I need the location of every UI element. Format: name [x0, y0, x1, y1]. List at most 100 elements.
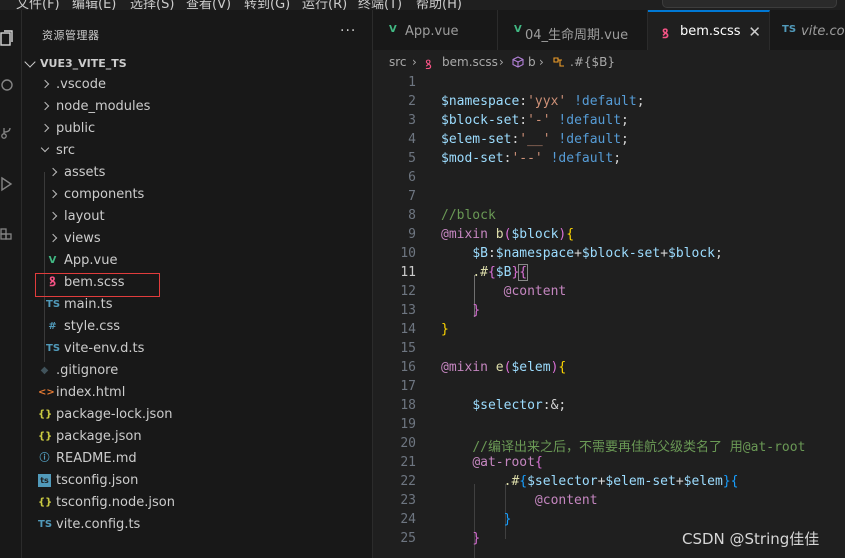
chevron-right-icon [48, 211, 58, 221]
run-debug-icon[interactable] [0, 176, 14, 192]
project-root[interactable]: VUE3_VITE_TS [22, 54, 373, 74]
menu-item-5[interactable]: 运行(R) [302, 0, 347, 10]
breadcrumb: src › ꝸ bem.scss › b › .#{$B} [373, 50, 845, 74]
line-number: 23 [400, 493, 416, 508]
tab-lifecycle-vue[interactable]: V 04_生命周期.vue [498, 10, 648, 50]
tree-item-label: main.ts [64, 297, 113, 312]
ts-file-icon: TS [782, 24, 797, 35]
html-file-icon: <> [38, 387, 55, 398]
breadcrumb-file[interactable]: bem.scss [442, 55, 498, 69]
code-line-20: //编译出来之后，不需要再佳航父级类名了 用@at-root [472, 440, 806, 455]
code-line-12: @content [503, 284, 567, 299]
git-file-icon: ◆ [40, 365, 49, 376]
chevron-right-icon [48, 167, 58, 177]
line-number: 24 [400, 512, 416, 527]
tab-app-vue[interactable]: V App.vue [373, 10, 498, 50]
file-item[interactable]: ts tsconfig.json [22, 470, 373, 492]
line-number: 11 [400, 265, 416, 280]
vue-file-icon: V [389, 24, 397, 35]
extensions-icon[interactable] [0, 224, 14, 240]
tree-item-label: style.css [64, 319, 120, 334]
tab-label: App.vue [405, 24, 459, 39]
menu-item-7[interactable]: 帮助(H) [416, 0, 462, 10]
scss-file-icon: ꝸ [425, 58, 432, 73]
symbol-selector-icon [553, 57, 564, 67]
folder-item[interactable]: node_modules [22, 96, 373, 118]
explorer-sidebar: 资源管理器 ··· VUE3_VITE_TS .vscode node_modul… [22, 10, 373, 558]
line-number: 10 [400, 246, 416, 261]
tree-item-label: App.vue [64, 253, 118, 268]
chevron-right-icon [40, 79, 50, 89]
search-icon[interactable] [0, 78, 14, 94]
breadcrumb-separator: › [412, 55, 417, 69]
close-icon[interactable]: ✕ [748, 23, 761, 41]
line-number: 4 [408, 132, 416, 147]
menu-item-3[interactable]: 查看(V) [186, 0, 231, 10]
info-file-icon: ⓘ [39, 453, 50, 464]
line-number: 5 [408, 151, 416, 166]
code-line-5: $mod-set:'--' !default; [441, 151, 622, 166]
file-item[interactable]: # style.css [22, 316, 373, 338]
tab-bem-scss[interactable]: ꝸ bem.scss ✕ [648, 10, 770, 50]
ts-file-icon: TS [46, 343, 61, 354]
breadcrumb-mixin[interactable]: b [528, 55, 536, 69]
folder-item[interactable]: views [22, 228, 373, 250]
code-line-25: } [472, 531, 481, 546]
folder-item[interactable]: src [22, 140, 373, 162]
code-line-22: .#{$selector+$elem-set+$elem}{ [503, 474, 739, 489]
line-number: 8 [408, 208, 416, 223]
tab-vite-config[interactable]: TS vite.config.ts [770, 10, 845, 50]
code-line-4: $elem-set:'__' !default; [441, 132, 629, 147]
source-control-icon[interactable] [0, 126, 14, 142]
file-item[interactable]: V App.vue [22, 250, 373, 272]
file-item[interactable]: TS vite.config.ts [22, 514, 373, 536]
chevron-right-icon [48, 189, 58, 199]
line-number: 13 [400, 303, 416, 318]
code-line-18: $selector:&; [472, 398, 567, 413]
chevron-right-icon [40, 101, 50, 111]
menu-item-6[interactable]: 终端(T) [358, 0, 402, 10]
folder-item[interactable]: .vscode [22, 74, 373, 96]
code-line-3: $block-set:'-' !default; [441, 113, 629, 128]
project-name: VUE3_VITE_TS [40, 57, 127, 70]
more-actions-icon[interactable]: ··· [340, 23, 356, 39]
menu-item-0[interactable]: 文件(F) [16, 0, 60, 10]
code-line-9: @mixin b($block){ [441, 227, 575, 242]
file-item[interactable]: <> index.html [22, 382, 373, 404]
explorer-icon[interactable] [0, 30, 14, 46]
ts-file-icon: TS [38, 519, 53, 530]
line-number: 14 [400, 322, 416, 337]
line-number: 3 [408, 113, 416, 128]
file-item[interactable]: TS vite-env.d.ts [22, 338, 373, 360]
file-item[interactable]: {} tsconfig.node.json [22, 492, 373, 514]
file-item[interactable]: ⓘ README.md [22, 448, 373, 470]
code-line-11: .#{$B}{ [472, 264, 529, 281]
file-item[interactable]: ◆ .gitignore [22, 360, 373, 382]
folder-item[interactable]: components [22, 184, 373, 206]
code-line-13: } [472, 303, 481, 318]
file-item[interactable]: {} package-lock.json [22, 404, 373, 426]
folder-item[interactable]: public [22, 118, 373, 140]
folder-item[interactable]: layout [22, 206, 373, 228]
vue-file-icon: V [514, 24, 522, 35]
menu-item-4[interactable]: 转到(G) [244, 0, 290, 10]
scss-file-icon: ꝸ [662, 27, 669, 42]
menu-item-1[interactable]: 编辑(E) [72, 0, 116, 10]
code-line-16: @mixin e($elem){ [441, 360, 567, 375]
code-line-10: $B:$namespace+$block-set+$block; [472, 246, 723, 261]
file-item[interactable]: TS main.ts [22, 294, 373, 316]
tree-item-label: .gitignore [56, 363, 119, 378]
file-item[interactable]: {} package.json [22, 426, 373, 448]
tree-item-label: vite-env.d.ts [64, 341, 145, 356]
json-file-icon: {} [38, 497, 53, 508]
code-line-14: } [441, 322, 449, 337]
menu-item-2[interactable]: 选择(S) [130, 0, 174, 10]
breadcrumb-src[interactable]: src [389, 55, 407, 69]
code-editor[interactable]: 1 2 3 4 5 6 7 8 9 10 11 12 13 14 15 16 17 18 19 20 21 22 23 24 2… [373, 74, 845, 558]
folder-item[interactable]: assets [22, 162, 373, 184]
tab-label: vite.config.ts [801, 24, 845, 39]
command-center-search[interactable] [662, 0, 837, 8]
tree-item-label: package-lock.json [56, 407, 173, 422]
symbol-mixin-icon [512, 56, 524, 68]
breadcrumb-selector[interactable]: .#{$B} [570, 55, 615, 69]
